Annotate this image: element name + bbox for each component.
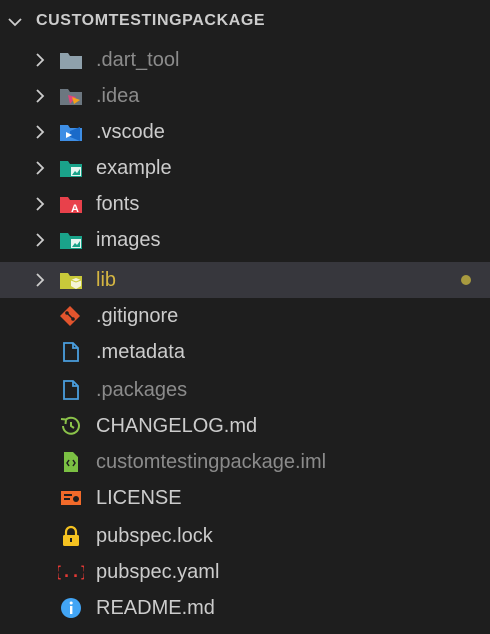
info-icon: [61, 598, 81, 618]
tree-item-label: images: [96, 229, 161, 251]
tree-item-idea[interactable]: .idea: [0, 78, 490, 114]
fonts-folder-icon: A: [60, 197, 82, 215]
tree-item-label: LICENSE: [96, 487, 182, 509]
tree-item-images[interactable]: images: [0, 222, 490, 258]
tree-item-fonts[interactable]: A fonts: [0, 186, 490, 222]
vscode-folder-icon: [60, 125, 82, 141]
chevron-right-icon[interactable]: [32, 271, 48, 289]
svg-text:{..}: {..}: [58, 563, 84, 581]
git-icon: [60, 306, 80, 326]
workspace-title: CUSTOMTESTINGPACKAGE: [36, 12, 266, 29]
tree-item-iml[interactable]: customtestingpackage.iml: [0, 444, 490, 480]
lock-icon: [63, 525, 79, 546]
tree-item-lib[interactable]: lib: [0, 262, 490, 298]
chevron-right-icon[interactable]: [32, 87, 48, 105]
file-explorer: CUSTOMTESTINGPACKAGE .dart_tool .idea .v…: [0, 0, 490, 634]
tree-item-license[interactable]: LICENSE: [0, 480, 490, 516]
file-icon: [63, 380, 79, 400]
tree-item-dart-tool[interactable]: .dart_tool: [0, 42, 490, 78]
chevron-right-icon[interactable]: [32, 123, 48, 141]
chevron-right-icon[interactable]: [32, 231, 48, 249]
images-folder-icon: [60, 233, 82, 249]
tree-item-label: CHANGELOG.md: [96, 415, 258, 437]
tree-item-label: pubspec.yaml: [96, 561, 220, 583]
tree-item-pubspec-lock[interactable]: pubspec.lock: [0, 518, 490, 554]
changelog-icon: [60, 416, 80, 435]
chevron-right-icon[interactable]: [32, 51, 48, 69]
yaml-icon: {..}: [58, 563, 84, 581]
tree-item-label: .packages: [96, 379, 188, 401]
chevron-down-icon[interactable]: [6, 13, 24, 31]
tree-item-label: customtestingpackage.iml: [96, 451, 327, 473]
tree-item-label: .gitignore: [96, 305, 179, 327]
tree-item-label: .vscode: [96, 121, 165, 143]
example-folder-icon: [60, 161, 82, 177]
tree-item-pubspec-yaml[interactable]: {..} pubspec.yaml: [0, 554, 490, 590]
tree-item-label: .idea: [96, 85, 140, 107]
tree-item-label: example: [96, 157, 172, 179]
tree-item-metadata[interactable]: .metadata: [0, 334, 490, 370]
tree-item-packages[interactable]: .packages: [0, 372, 490, 408]
svg-text:A: A: [71, 203, 79, 215]
iml-file-icon: [64, 452, 78, 472]
tree-item-vscode[interactable]: .vscode: [0, 114, 490, 150]
license-icon: [61, 491, 81, 505]
tree-item-readme[interactable]: README.md: [0, 590, 490, 626]
file-icon: [63, 342, 79, 362]
chevron-right-icon[interactable]: [32, 195, 48, 213]
tree-item-example[interactable]: example: [0, 150, 490, 186]
chevron-right-icon[interactable]: [32, 159, 48, 177]
tree-item-label: fonts: [96, 193, 140, 215]
tree-item-changelog[interactable]: CHANGELOG.md: [0, 408, 490, 444]
idea-folder-icon: [60, 89, 82, 105]
tree-item-label: .metadata: [96, 341, 185, 363]
tree-item-label: README.md: [96, 597, 215, 619]
tree-item-label: .dart_tool: [96, 49, 180, 71]
lib-folder-icon: [60, 273, 82, 289]
workspace-header[interactable]: CUSTOMTESTINGPACKAGE: [0, 4, 490, 40]
tree-item-label: pubspec.lock: [96, 525, 213, 547]
folder-icon: [60, 53, 82, 69]
modified-indicator: [461, 275, 471, 285]
tree-item-gitignore[interactable]: .gitignore: [0, 298, 490, 334]
tree-item-label: lib: [96, 269, 117, 291]
